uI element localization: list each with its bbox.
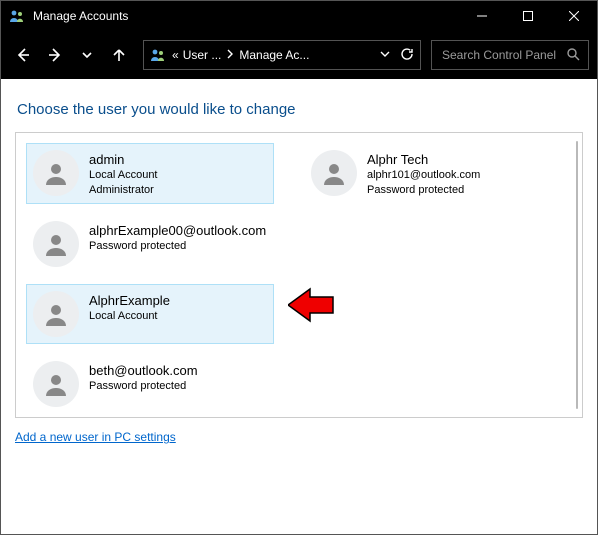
account-tile[interactable]: alphrExample00@outlook.comPassword prote… [26,214,274,274]
scrollbar[interactable] [576,141,578,409]
account-text: beth@outlook.comPassword protected [89,361,198,394]
account-tile[interactable]: AlphrExampleLocal Account [26,284,274,344]
location-icon [150,47,166,63]
close-button[interactable] [551,1,597,31]
account-text: Alphr Techalphr101@outlook.comPassword p… [367,150,480,197]
forward-button[interactable] [41,41,69,69]
account-sub2: Administrator [89,183,158,197]
account-name: admin [89,152,158,168]
account-tile[interactable]: adminLocal AccountAdministrator [26,143,274,204]
account-name: alphrExample00@outlook.com [89,223,266,239]
account-tile[interactable]: Alphr Techalphr101@outlook.comPassword p… [304,143,552,204]
recent-locations-button[interactable] [73,41,101,69]
window-title: Manage Accounts [33,9,459,23]
titlebar: Manage Accounts [1,1,597,31]
account-list: adminLocal AccountAdministratorAlphr Tec… [15,132,583,418]
account-name: beth@outlook.com [89,363,198,379]
breadcrumb-separator-icon [227,48,233,62]
back-button[interactable] [9,41,37,69]
address-dropdown-button[interactable] [380,48,390,62]
account-text: AlphrExampleLocal Account [89,291,170,324]
avatar [311,150,357,196]
add-user-link[interactable]: Add a new user in PC settings [15,430,176,444]
breadcrumb-prefix[interactable]: « [172,48,179,62]
content-area: Choose the user you would like to change… [1,79,597,534]
minimize-button[interactable] [459,1,505,31]
page-heading: Choose the user you would like to change [17,101,583,118]
navbar: « User ... Manage Ac... [1,31,597,79]
account-text: alphrExample00@outlook.comPassword prote… [89,221,266,254]
account-sub2: Password protected [367,183,480,197]
avatar [33,150,79,196]
avatar [33,361,79,407]
account-sub1: alphr101@outlook.com [367,168,480,182]
maximize-button[interactable] [505,1,551,31]
account-name: AlphrExample [89,293,170,309]
window-controls [459,1,597,31]
red-arrow-annotation [288,287,334,323]
address-bar[interactable]: « User ... Manage Ac... [143,40,421,70]
account-sub1: Password protected [89,239,266,253]
account-tile[interactable]: beth@outlook.comPassword protected [26,354,274,414]
search-icon[interactable] [566,47,580,64]
up-button[interactable] [105,41,133,69]
app-icon [9,8,25,24]
account-name: Alphr Tech [367,152,480,168]
account-sub1: Password protected [89,379,198,393]
breadcrumb-item-1[interactable]: User ... [183,48,222,62]
account-sub1: Local Account [89,309,170,323]
account-text: adminLocal AccountAdministrator [89,150,158,197]
avatar [33,291,79,337]
search-box[interactable] [431,40,589,70]
search-input[interactable] [440,47,560,63]
avatar [33,221,79,267]
account-sub1: Local Account [89,168,158,182]
breadcrumb-item-2[interactable]: Manage Ac... [239,48,309,62]
refresh-button[interactable] [400,47,414,64]
